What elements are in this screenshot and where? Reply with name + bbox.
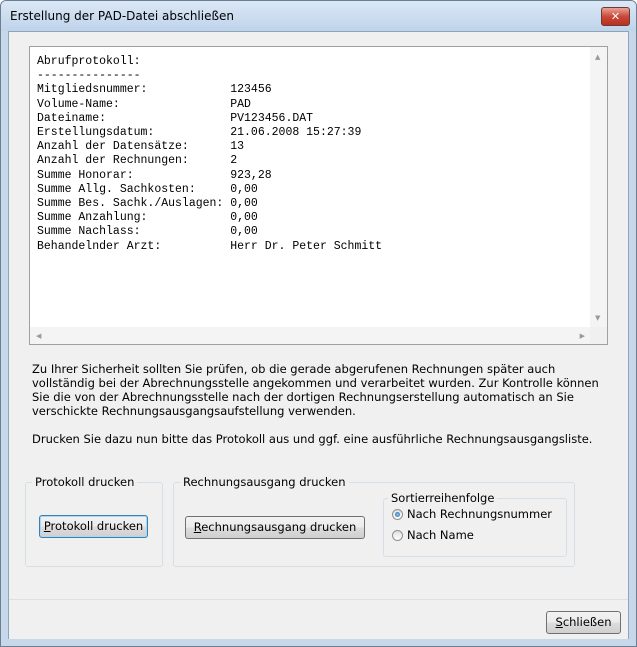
- print-invoice-output-button[interactable]: Rechnungsausgang drucken: [185, 516, 365, 539]
- dialog-footer: Schließen: [9, 599, 628, 639]
- close-window-button[interactable]: ✕: [601, 7, 630, 26]
- sort-by-name-radio[interactable]: Nach Name: [392, 528, 474, 542]
- radio-checked-icon[interactable]: [392, 509, 403, 520]
- scroll-up-icon[interactable]: ▲: [595, 53, 600, 61]
- info-text: Zu Ihrer Sicherheit sollten Sie prüfen, …: [32, 362, 617, 446]
- sort-order-group-label: Sortierreihenfolge: [388, 491, 498, 505]
- scrollbar-corner: [590, 327, 607, 344]
- scroll-down-icon[interactable]: ▼: [595, 314, 600, 322]
- print-protocol-button[interactable]: Protokoll drucken: [39, 515, 148, 538]
- sort-by-invoice-number-radio[interactable]: Nach Rechnungsnummer: [392, 507, 552, 521]
- info-paragraph-2: Drucken Sie dazu nun bitte das Protokoll…: [32, 432, 593, 446]
- protocol-textbox[interactable]: Abrufprotokoll: --------------- Mitglied…: [29, 46, 608, 345]
- dialog-client-area: Abrufprotokoll: --------------- Mitglied…: [8, 31, 629, 639]
- protocol-text: Abrufprotokoll: --------------- Mitglied…: [37, 55, 383, 253]
- close-icon: ✕: [610, 10, 621, 23]
- window-title: Erstellung der PAD-Datei abschließen: [10, 9, 235, 23]
- title-bar[interactable]: Erstellung der PAD-Datei abschließen ✕: [1, 1, 636, 31]
- scroll-right-icon[interactable]: ▶: [580, 332, 585, 340]
- scroll-left-icon[interactable]: ◀: [36, 332, 41, 340]
- dialog-window: Erstellung der PAD-Datei abschließen ✕ A…: [0, 0, 637, 647]
- protocol-print-group-label: Protokoll drucken: [32, 475, 138, 489]
- invoice-print-group-label: Rechnungsausgang drucken: [180, 475, 349, 489]
- invoice-print-group: Rechnungsausgang drucken Rechnungsausgan…: [173, 475, 575, 567]
- protocol-print-group: Protokoll drucken Protokoll drucken: [25, 475, 163, 567]
- vertical-scrollbar[interactable]: ▲ ▼: [590, 47, 607, 328]
- info-paragraph-1: Zu Ihrer Sicherheit sollten Sie prüfen, …: [32, 362, 599, 418]
- horizontal-scrollbar[interactable]: ◀ ▶: [30, 327, 591, 344]
- sort-order-group: Sortierreihenfolge Nach Rechnungsnummer …: [383, 491, 567, 557]
- radio-unchecked-icon[interactable]: [392, 530, 403, 541]
- close-button[interactable]: Schließen: [546, 611, 621, 634]
